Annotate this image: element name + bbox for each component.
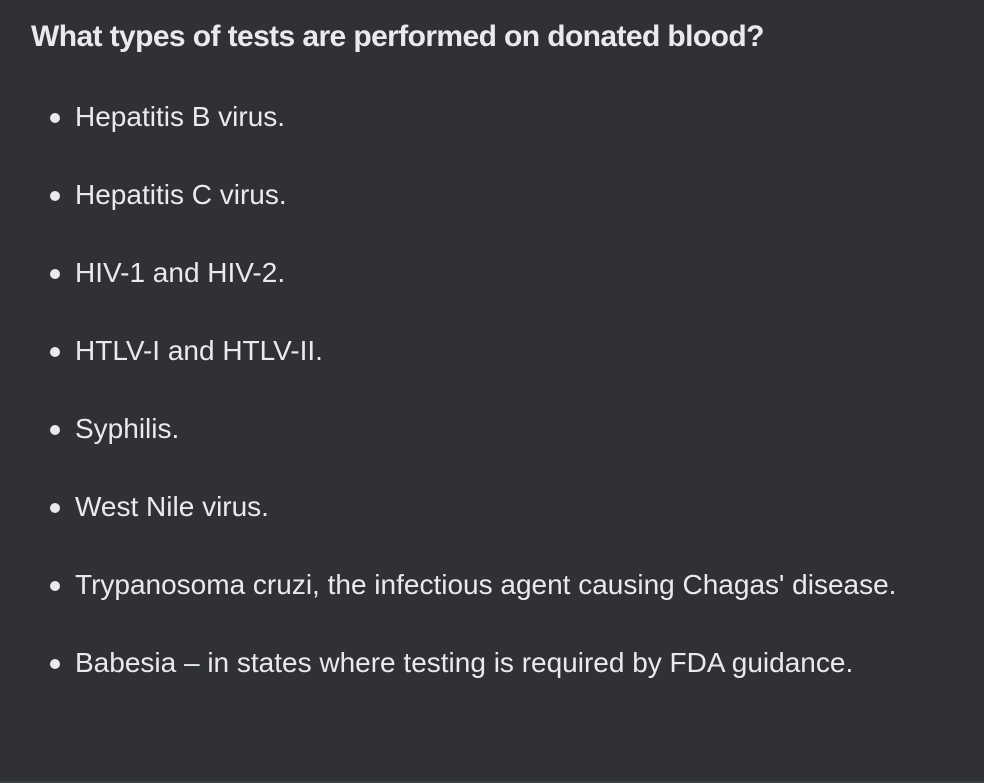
featured-snippet-panel: What types of tests are performed on don… (0, 0, 984, 783)
list-item-text: Syphilis. (75, 413, 180, 444)
bullet-dot-icon (50, 113, 60, 123)
bullet-dot-icon (50, 269, 60, 279)
list-item-text: West Nile virus. (75, 491, 269, 522)
list-item: West Nile virus. (0, 485, 984, 529)
bullet-dot-icon (50, 503, 60, 513)
list-item: HTLV-I and HTLV-II. (0, 329, 984, 373)
list-item-text: Trypanosoma cruzi, the infectious agent … (75, 569, 897, 600)
list-item-text: HTLV-I and HTLV-II. (75, 335, 323, 366)
bullet-dot-icon (50, 191, 60, 201)
list-item: Syphilis. (0, 407, 984, 451)
bullet-dot-icon (50, 425, 60, 435)
bullet-dot-icon (50, 581, 60, 591)
list-item: Babesia – in states where testing is req… (0, 641, 984, 685)
answer-list: Hepatitis B virus. Hepatitis C virus. HI… (0, 95, 984, 719)
list-item: HIV-1 and HIV-2. (0, 251, 984, 295)
list-item-text: Babesia – in states where testing is req… (75, 647, 854, 678)
list-item: Trypanosoma cruzi, the infectious agent … (0, 563, 984, 607)
list-item-text: Hepatitis B virus. (75, 101, 286, 132)
question-heading: What types of tests are performed on don… (31, 20, 764, 53)
list-item-text: Hepatitis C virus. (75, 179, 287, 210)
list-item: Hepatitis C virus. (0, 173, 984, 217)
bullet-dot-icon (50, 659, 60, 669)
list-item: Hepatitis B virus. (0, 95, 984, 139)
list-item-text: HIV-1 and HIV-2. (75, 257, 286, 288)
bullet-dot-icon (50, 347, 60, 357)
